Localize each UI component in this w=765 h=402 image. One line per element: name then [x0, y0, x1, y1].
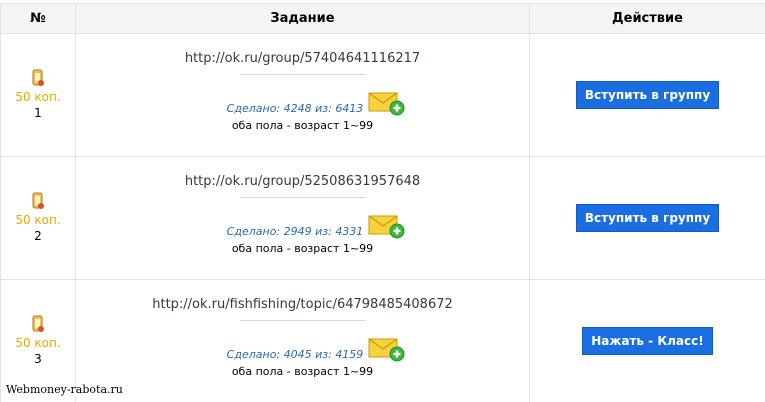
- join-group-button[interactable]: Вступить в группу: [575, 204, 720, 232]
- task-cell: http://ok.ru/group/57404641116217 Сделан…: [75, 33, 530, 157]
- price-label: 50 коп.: [15, 213, 61, 227]
- progress-line: Сделано: 2949 из: 4331: [76, 213, 529, 239]
- task-link[interactable]: http://ok.ru/fishfishing/topic/647984854…: [76, 297, 529, 313]
- table-row: 50 коп. 2 http://ok.ru/group/52508631957…: [0, 156, 765, 280]
- table-row: 50 коп. 1 http://ok.ru/group/57404641116…: [0, 33, 765, 157]
- mail-add-icon[interactable]: [368, 213, 406, 239]
- progress-text: Сделано: 4248 из: 6413: [226, 102, 364, 115]
- progress-text: Сделано: 2949 из: 4331: [226, 225, 364, 238]
- divider: [239, 74, 366, 75]
- coin-icon: [32, 192, 44, 209]
- price-cell: 50 коп. 2: [0, 156, 76, 280]
- task-list-page: № Задание Действие 50 коп. 1 http://ok.r…: [0, 0, 765, 402]
- progress-line: Сделано: 4248 из: 6413: [76, 90, 529, 116]
- mail-add-icon[interactable]: [368, 90, 406, 116]
- watermark: Webmoney-rabota.ru: [4, 383, 125, 396]
- header-num: №: [0, 3, 76, 34]
- action-cell: Вступить в группу: [529, 156, 765, 280]
- task-link[interactable]: http://ok.ru/group/52508631957648: [76, 174, 529, 190]
- table-header: № Задание Действие: [0, 3, 765, 34]
- action-cell: Нажать - Класс!: [529, 279, 765, 402]
- header-task: Задание: [75, 3, 530, 34]
- action-cell: Вступить в группу: [529, 33, 765, 157]
- mail-add-icon[interactable]: [368, 336, 406, 362]
- audience-text: оба пола - возраст 1~99: [231, 119, 374, 132]
- audience-text: оба пола - возраст 1~99: [231, 242, 374, 255]
- progress-line: Сделано: 4045 из: 4159: [76, 336, 529, 362]
- row-number: 2: [34, 229, 42, 243]
- divider: [239, 197, 366, 198]
- coin-icon: [32, 69, 44, 86]
- like-class-button[interactable]: Нажать - Класс!: [582, 327, 713, 355]
- audience-text: оба пола - возраст 1~99: [231, 365, 374, 378]
- divider: [239, 320, 366, 321]
- header-action: Действие: [529, 3, 765, 34]
- row-number: 3: [34, 352, 42, 366]
- coin-icon: [32, 315, 44, 332]
- price-cell: 50 коп. 1: [0, 33, 76, 157]
- price-label: 50 коп.: [15, 90, 61, 104]
- row-number: 1: [34, 106, 42, 120]
- progress-text: Сделано: 4045 из: 4159: [226, 348, 364, 361]
- join-group-button[interactable]: Вступить в группу: [575, 81, 720, 109]
- task-cell: http://ok.ru/fishfishing/topic/647984854…: [75, 279, 530, 402]
- task-cell: http://ok.ru/group/52508631957648 Сделан…: [75, 156, 530, 280]
- price-label: 50 коп.: [15, 336, 61, 350]
- task-link[interactable]: http://ok.ru/group/57404641116217: [76, 51, 529, 67]
- tasks-table: № Задание Действие 50 коп. 1 http://ok.r…: [0, 3, 765, 402]
